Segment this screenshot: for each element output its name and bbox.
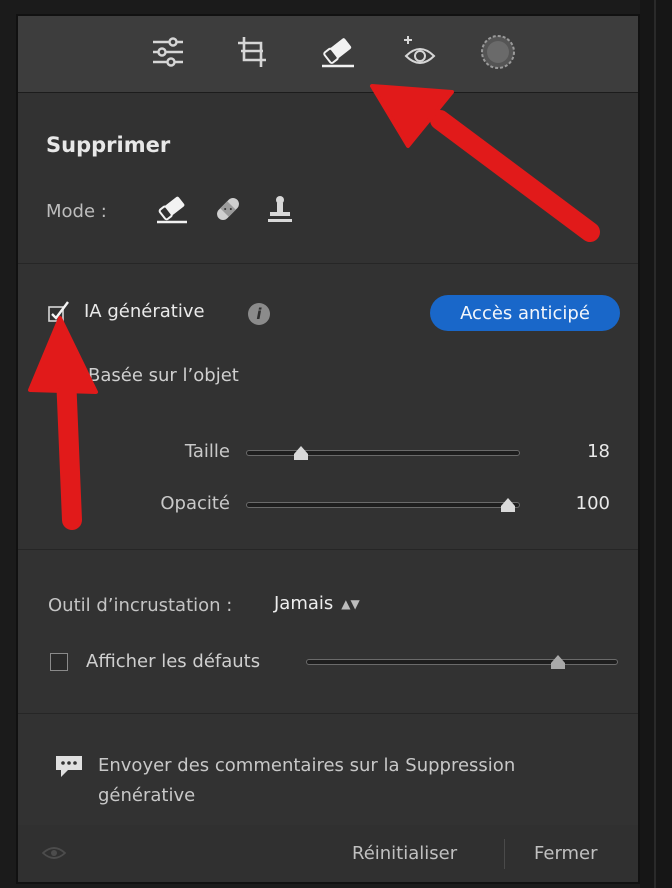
inlay-tool-select[interactable]: Jamais ▲▼ <box>274 593 360 614</box>
tool-strip <box>18 16 638 93</box>
size-slider[interactable] <box>246 446 520 460</box>
stamp-icon[interactable] <box>260 189 300 229</box>
generative-ai-label: IA générative <box>84 301 205 322</box>
inlay-tool-label: Outil d’incrustation : <box>48 595 233 616</box>
show-defects-checkbox[interactable] <box>50 653 68 671</box>
size-label: Taille <box>184 441 230 462</box>
eraser-icon[interactable] <box>316 30 360 74</box>
reset-button[interactable]: Réinitialiser <box>352 843 457 864</box>
opacity-label: Opacité <box>160 493 230 514</box>
divider <box>18 713 638 714</box>
eye-icon[interactable] <box>41 845 67 861</box>
inlay-tool-value: Jamais <box>274 593 334 614</box>
feedback-link[interactable]: Envoyer des commentaires sur la Suppress… <box>98 751 598 811</box>
updown-arrows-icon: ▲▼ <box>341 597 360 611</box>
divider <box>504 839 505 869</box>
panel-title: Supprimer <box>46 133 171 157</box>
close-button[interactable]: Fermer <box>534 843 598 864</box>
right-edge-strip <box>640 0 672 888</box>
generative-ai-checkbox[interactable] <box>48 301 70 323</box>
divider <box>18 549 638 550</box>
crop-icon[interactable] <box>230 30 274 74</box>
remove-panel: Supprimer Mode : IA générative i Accès a… <box>18 93 638 882</box>
size-value: 18 <box>587 441 610 462</box>
sliders-icon[interactable] <box>146 30 190 74</box>
defects-slider[interactable] <box>306 655 618 669</box>
size-slider-thumb[interactable] <box>292 444 310 462</box>
show-defects-label: Afficher les défauts <box>86 651 261 672</box>
mask-icon[interactable] <box>476 30 520 74</box>
bandage-icon[interactable] <box>208 189 248 229</box>
divider <box>18 263 638 264</box>
defects-slider-thumb[interactable] <box>549 653 567 671</box>
comment-icon <box>54 753 84 781</box>
red-eye-icon[interactable] <box>398 30 442 74</box>
info-icon[interactable]: i <box>248 303 270 325</box>
opacity-value: 100 <box>575 493 610 514</box>
early-access-badge[interactable]: Accès anticipé <box>430 295 620 331</box>
object-aware-label: Basée sur l’objet <box>88 365 239 386</box>
eraser-icon[interactable] <box>152 189 192 229</box>
mode-label: Mode : <box>46 201 107 222</box>
opacity-slider-thumb[interactable] <box>499 496 517 514</box>
opacity-slider[interactable] <box>246 498 520 512</box>
panel-footer: Réinitialiser Fermer <box>18 825 638 882</box>
divider <box>654 0 656 888</box>
remove-panel-window: Supprimer Mode : IA générative i Accès a… <box>16 14 640 884</box>
